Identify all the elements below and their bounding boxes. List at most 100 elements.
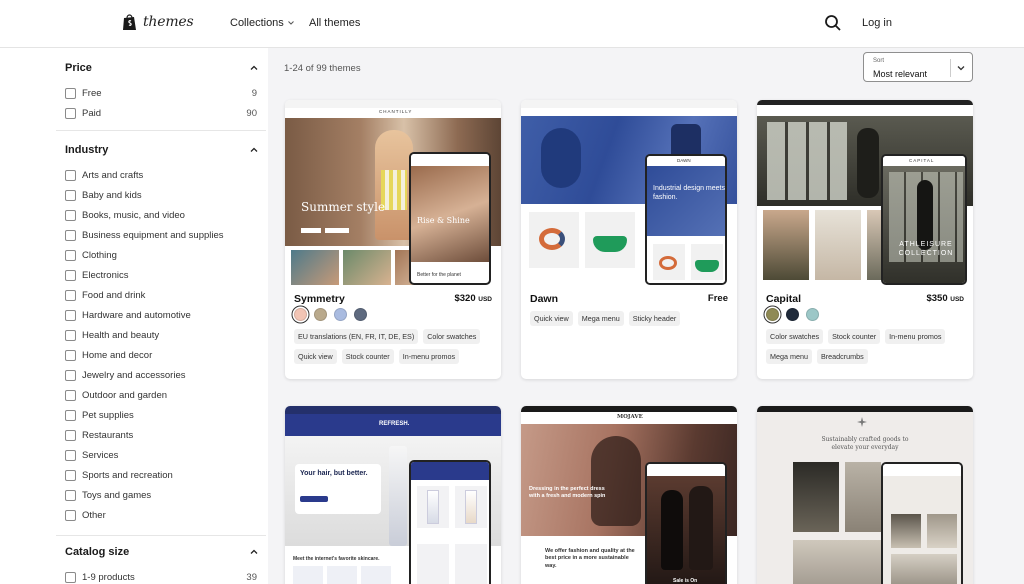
- checkbox[interactable]: [65, 571, 76, 583]
- filter-option-industry[interactable]: Baby and kids: [65, 188, 257, 202]
- color-swatches: [294, 308, 367, 321]
- feature-tag: Color swatches: [423, 329, 481, 344]
- checkbox[interactable]: [65, 469, 76, 481]
- filter-option-label: Pet supplies: [82, 409, 134, 421]
- mobile-preview: Sale is On: [645, 462, 727, 584]
- filter-option-industry[interactable]: Business equipment and supplies: [65, 228, 257, 242]
- filter-price-header[interactable]: Price: [65, 62, 259, 74]
- chevron-down-icon: [957, 66, 965, 71]
- checkbox[interactable]: [65, 169, 76, 181]
- filter-option-paid[interactable]: Paid 90: [65, 106, 257, 120]
- theme-name[interactable]: Symmetry: [294, 293, 345, 305]
- theme-preview-image[interactable]: MOJAVE Dressing in the perfect dress wit…: [521, 406, 737, 584]
- checkbox[interactable]: [65, 349, 76, 361]
- theme-card-mojave[interactable]: MOJAVE Dressing in the perfect dress wit…: [521, 406, 737, 584]
- filter-option-industry[interactable]: Toys and games: [65, 488, 257, 502]
- phone-hero-text: Rise & Shine: [417, 216, 470, 225]
- theme-preview-image[interactable]: REFRESH. Your hair, but better. Meet the…: [285, 406, 501, 584]
- theme-preview-image[interactable]: Sustainably crafted goods to elevate you…: [757, 406, 973, 584]
- checkbox[interactable]: [65, 249, 76, 261]
- color-swatch[interactable]: [294, 308, 307, 321]
- nav-all-themes[interactable]: All themes: [309, 17, 360, 29]
- filter-option-industry[interactable]: Hardware and automotive: [65, 308, 257, 322]
- nav-collections[interactable]: Collections: [230, 17, 295, 29]
- filter-option-industry[interactable]: Jewelry and accessories: [65, 368, 257, 382]
- checkbox[interactable]: [65, 269, 76, 281]
- color-swatch[interactable]: [314, 308, 327, 321]
- checkbox[interactable]: [65, 369, 76, 381]
- search-icon[interactable]: [824, 14, 842, 32]
- preview-subtitle: Meet the internet's favorite skincare.: [293, 556, 380, 562]
- theme-card-crafted[interactable]: Sustainably crafted goods to elevate you…: [757, 406, 973, 584]
- color-swatch[interactable]: [786, 308, 799, 321]
- theme-preview-image[interactable]: CAPITAL ATHLEISURE COLLECTION: [757, 100, 973, 285]
- mobile-preview: DAWN Industrial design meets fashion.: [645, 154, 727, 285]
- divider: [950, 59, 951, 77]
- filter-option-industry[interactable]: Health and beauty: [65, 328, 257, 342]
- filter-option-label: Home and decor: [82, 349, 153, 361]
- checkbox[interactable]: [65, 209, 76, 221]
- sort-select[interactable]: Sort Most relevant: [863, 52, 973, 82]
- color-swatch[interactable]: [354, 308, 367, 321]
- checkbox[interactable]: [65, 309, 76, 321]
- checkbox[interactable]: [65, 509, 76, 521]
- filter-option-industry[interactable]: Pet supplies: [65, 408, 257, 422]
- login-link[interactable]: Log in: [862, 17, 892, 29]
- filter-option-label: Other: [82, 509, 106, 521]
- checkbox[interactable]: [65, 409, 76, 421]
- checkbox[interactable]: [65, 429, 76, 441]
- theme-name[interactable]: Capital: [766, 293, 801, 305]
- theme-card-capital[interactable]: CAPITAL ATHLEISURE COLLECTION Capital $3…: [757, 100, 973, 379]
- filter-industry-header[interactable]: Industry: [65, 144, 259, 156]
- checkbox[interactable]: [65, 289, 76, 301]
- filter-option-label: Hardware and automotive: [82, 309, 191, 321]
- filter-option-catalog-size[interactable]: 1-9 products 39: [65, 570, 257, 584]
- filter-option-count: 39: [246, 571, 257, 583]
- theme-preview-image[interactable]: DAWN Industrial design meets fashion.: [521, 100, 737, 285]
- sale-badge: Sale is On: [673, 578, 698, 584]
- filter-catalog-size-header[interactable]: Catalog size: [65, 546, 259, 558]
- chevron-up-icon: [250, 147, 258, 152]
- feature-tag: Breadcrumbs: [816, 349, 868, 364]
- preview-logo-mark: [857, 414, 867, 427]
- filter-option-industry[interactable]: Sports and recreation: [65, 468, 257, 482]
- filter-option-count: 90: [246, 107, 257, 119]
- theme-preview-image[interactable]: CHANTILLY Summer style Rise & Shine Bett…: [285, 100, 501, 285]
- checkbox[interactable]: [65, 329, 76, 341]
- filter-option-label: Outdoor and garden: [82, 389, 168, 401]
- filter-option-industry[interactable]: Clothing: [65, 248, 257, 262]
- filter-option-industry[interactable]: Food and drink: [65, 288, 257, 302]
- divider: [56, 130, 266, 131]
- theme-name[interactable]: Dawn: [530, 293, 558, 305]
- feature-tag: In-menu promos: [398, 349, 460, 364]
- filter-option-industry[interactable]: Other: [65, 508, 257, 522]
- checkbox[interactable]: [65, 449, 76, 461]
- filter-option-industry[interactable]: Outdoor and garden: [65, 388, 257, 402]
- color-swatch[interactable]: [766, 308, 779, 321]
- filter-option-industry[interactable]: Services: [65, 448, 257, 462]
- theme-card-refresh[interactable]: REFRESH. Your hair, but better. Meet the…: [285, 406, 501, 584]
- filter-option-industry[interactable]: Restaurants: [65, 428, 257, 442]
- checkbox[interactable]: [65, 229, 76, 241]
- checkbox[interactable]: [65, 107, 76, 119]
- shopify-bag-icon: [123, 14, 136, 30]
- checkbox[interactable]: [65, 189, 76, 201]
- divider: [56, 535, 266, 536]
- color-swatch[interactable]: [806, 308, 819, 321]
- preview-hero-text: Sustainably crafted goods to elevate you…: [821, 436, 909, 452]
- mobile-preview: CAPITAL ATHLEISURE COLLECTION: [881, 154, 967, 285]
- filter-option-industry[interactable]: Arts and crafts: [65, 168, 257, 182]
- color-swatch[interactable]: [334, 308, 347, 321]
- filter-option-industry[interactable]: Electronics: [65, 268, 257, 282]
- checkbox[interactable]: [65, 389, 76, 401]
- theme-card-symmetry[interactable]: CHANTILLY Summer style Rise & Shine Bett…: [285, 100, 501, 379]
- theme-card-dawn[interactable]: DAWN Industrial design meets fashion. Da…: [521, 100, 737, 379]
- logo-text: themes: [143, 14, 194, 30]
- filter-option-industry[interactable]: Home and decor: [65, 348, 257, 362]
- filter-option-label: Baby and kids: [82, 189, 142, 201]
- filter-option-free[interactable]: Free 9: [65, 86, 257, 100]
- checkbox[interactable]: [65, 87, 76, 99]
- shopify-themes-logo[interactable]: themes: [122, 13, 194, 31]
- filter-option-industry[interactable]: Books, music, and video: [65, 208, 257, 222]
- checkbox[interactable]: [65, 489, 76, 501]
